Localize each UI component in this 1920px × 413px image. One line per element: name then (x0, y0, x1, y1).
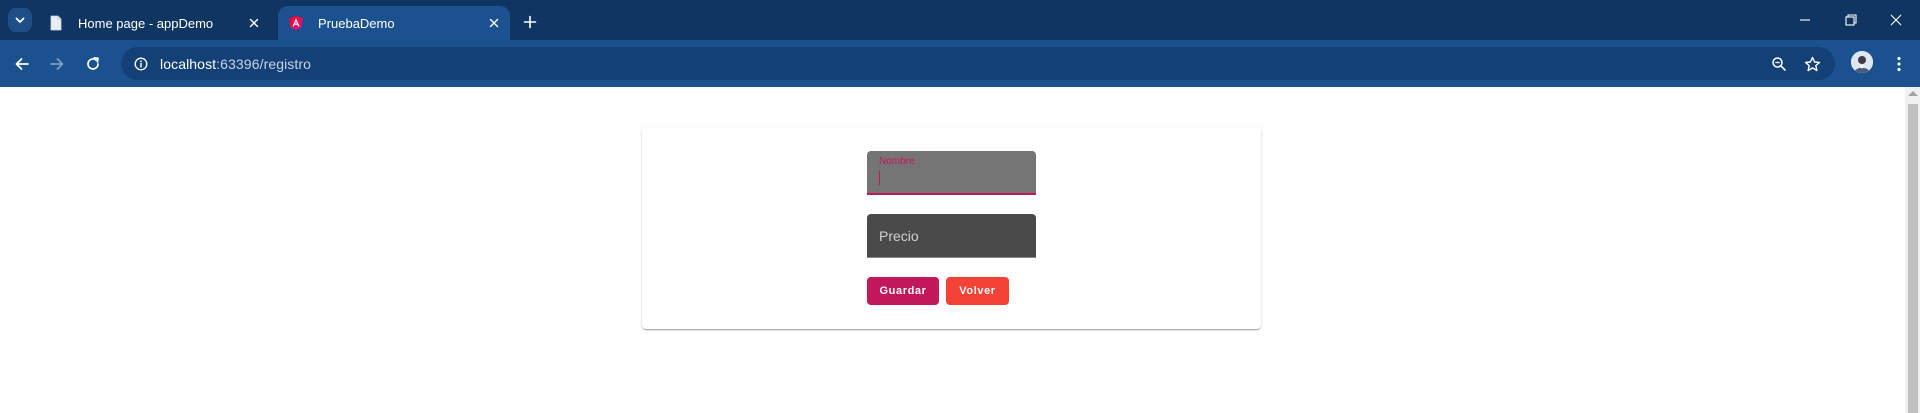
close-tab-icon[interactable] (484, 13, 504, 33)
document-icon (48, 15, 64, 31)
forward-button[interactable] (44, 51, 70, 77)
guardar-button[interactable]: Guardar (867, 277, 939, 305)
tab-search-button[interactable] (8, 8, 32, 32)
new-tab-button[interactable] (518, 10, 542, 34)
minimize-icon (1800, 19, 1810, 21)
reload-icon (87, 56, 99, 70)
registro-card: Nombre Precio Guardar Volver (642, 127, 1261, 329)
scrollbar-thumb[interactable] (1908, 104, 1918, 413)
tab-title: PruebaDemo (318, 15, 395, 31)
tab-home-page[interactable]: Home page - appDemo (38, 6, 270, 40)
back-button[interactable] (9, 51, 35, 77)
precio-placeholder: Precio (879, 228, 919, 244)
site-info-icon[interactable] (130, 53, 152, 75)
url-text[interactable]: localhost:63396/registro (160, 56, 311, 72)
volver-button[interactable]: Volver (946, 277, 1009, 305)
close-tab-icon[interactable] (244, 13, 264, 33)
scroll-up-arrow-icon[interactable] (1908, 91, 1918, 96)
nombre-label: Nombre (879, 156, 915, 167)
tab-strip: Home page - appDemo PruebaDemo (0, 0, 1920, 40)
close-window-button[interactable] (1882, 8, 1910, 32)
zoom-icon[interactable] (1767, 52, 1791, 76)
bookmark-star-icon[interactable] (1800, 52, 1824, 76)
browser-toolbar: localhost:63396/registro (0, 40, 1920, 87)
vertical-scrollbar[interactable] (1905, 87, 1920, 413)
arrow-left-icon (15, 58, 29, 70)
tab-pruebademo[interactable]: PruebaDemo (278, 6, 510, 40)
menu-button[interactable] (1886, 51, 1912, 77)
restore-button[interactable] (1837, 8, 1865, 32)
close-icon (1890, 14, 1902, 26)
page-viewport: Nombre Precio Guardar Volver (0, 87, 1920, 413)
arrow-right-icon (50, 58, 64, 70)
person-icon (1851, 51, 1873, 73)
restore-icon (1845, 14, 1857, 26)
text-caret (879, 171, 880, 185)
address-bar[interactable]: localhost:63396/registro (121, 47, 1835, 80)
profile-avatar[interactable] (1851, 51, 1873, 73)
minimize-button[interactable] (1791, 8, 1819, 32)
url-path: :63396/registro (216, 55, 312, 72)
chevron-down-icon (15, 17, 25, 23)
url-host: localhost (160, 55, 217, 72)
reload-button[interactable] (80, 51, 106, 77)
tab-title: Home page - appDemo (78, 15, 214, 31)
nombre-field[interactable]: Nombre (867, 151, 1036, 195)
angular-icon (288, 15, 304, 31)
precio-field[interactable]: Precio (867, 214, 1036, 258)
plus-icon (523, 15, 537, 29)
more-vert-icon (1897, 56, 1901, 72)
